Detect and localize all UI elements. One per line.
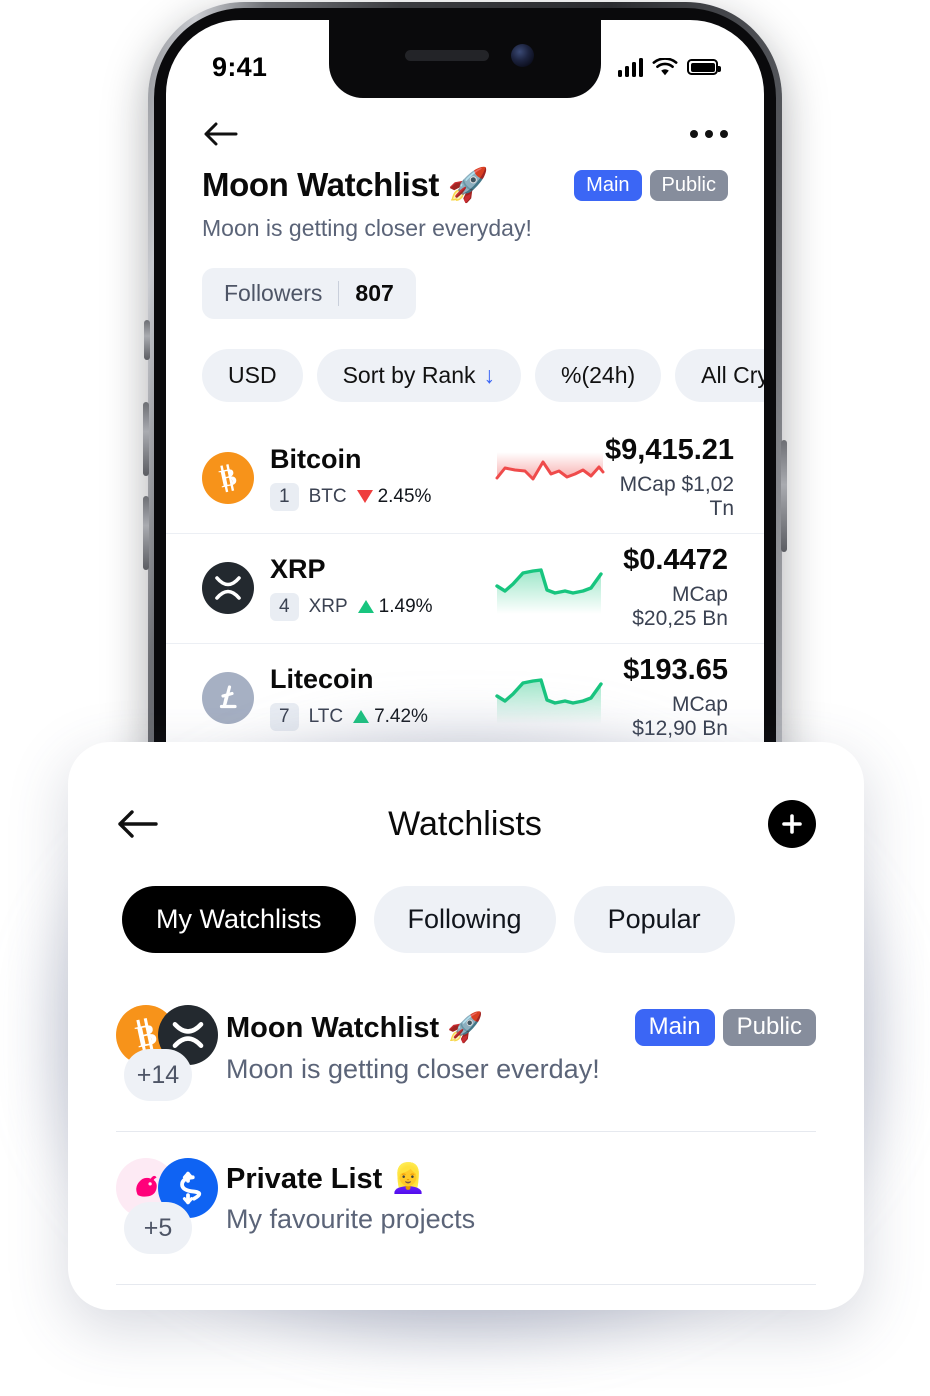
watchlist-description: My favourite projects: [226, 1204, 476, 1234]
watchlist-badges: Main Public: [634, 1009, 816, 1046]
coin-change: 1.49%: [357, 595, 433, 618]
coin-rank: 4: [270, 592, 299, 621]
coin-price-block: $0.4472 MCap $20,25 Bn: [605, 544, 728, 631]
watchlists-list: B +14 Moon Watchlist 🚀 Main Public Moon …: [68, 953, 864, 1285]
xrp-icon: [202, 561, 254, 614]
coin-change-value: 2.45%: [377, 485, 432, 507]
arrow-down-icon: ↓: [483, 362, 496, 388]
volume-up-button[interactable]: [143, 402, 149, 476]
tab-my-watchlists-label: My Watchlists: [156, 904, 322, 934]
app-topbar: [166, 98, 764, 154]
coin-price: $9,415.21: [605, 434, 735, 466]
coin-name: Litecoin: [270, 664, 374, 695]
triangle-up-icon: [357, 600, 374, 614]
volume-down-button[interactable]: [143, 496, 149, 570]
watchlist-title-row: Moon Watchlist 🚀 Main Public: [166, 154, 764, 205]
sparkline-chart: [495, 451, 605, 480]
coin-info: Bitcoin 1 BTC 2.45%: [270, 444, 485, 511]
coin-symbol: BTC: [308, 485, 347, 507]
coin-price: $193.65: [623, 654, 728, 686]
bitcoin-icon: B: [202, 451, 254, 504]
wifi-icon: [652, 57, 678, 75]
list-item-body: Private List 👱‍♀️ My favourite projects: [226, 1158, 816, 1262]
avatar-stack: B +14: [116, 1005, 226, 1109]
followers-count: 807: [355, 280, 394, 306]
watchlist-name: Private List 👱‍♀️: [226, 1163, 427, 1195]
badge-main: Main: [574, 170, 642, 201]
followers-pill[interactable]: Followers 807: [202, 268, 416, 319]
badge-public: Public: [722, 1009, 816, 1046]
chip-percent-24h[interactable]: %(24h): [535, 349, 662, 402]
battery-full-icon: [687, 59, 721, 75]
screenshot-root: 9:41 Moon Watchlist 🚀 Main Public Moon i…: [0, 0, 930, 1396]
chip-percent-label: %(24h): [561, 362, 636, 388]
list-item-body: Moon Watchlist 🚀 Main Public Moon is get…: [226, 1005, 816, 1109]
chip-currency[interactable]: USD: [202, 349, 303, 402]
table-row[interactable]: XRP 4 XRP 1.49% $0.4472 MCap $20,25 Bn: [166, 534, 764, 644]
coin-change: 2.45%: [356, 485, 432, 508]
coin-meta: 4 XRP 1.49%: [270, 592, 485, 621]
table-row[interactable]: B Bitcoin 1 BTC 2.45% $9,415.21 MCap $1,…: [166, 424, 764, 534]
tab-following[interactable]: Following: [373, 886, 556, 953]
badge-public: Public: [649, 170, 728, 201]
coin-info: XRP 4 XRP 1.49%: [270, 554, 485, 621]
mute-switch[interactable]: [144, 320, 150, 360]
phone-notch: [329, 20, 601, 98]
list-item[interactable]: B +14 Moon Watchlist 🚀 Main Public Moon …: [116, 987, 816, 1131]
page-title: Moon Watchlist 🚀: [202, 166, 489, 203]
chip-all-crypto[interactable]: All Cry: [675, 349, 764, 402]
cellular-bars-icon: [617, 57, 643, 77]
coin-symbol: XRP: [308, 595, 348, 617]
coin-meta: 1 BTC 2.45%: [270, 482, 485, 511]
coin-mcap: MCap $1,02 Tn: [619, 473, 735, 520]
sheet-header: Watchlists: [68, 742, 864, 848]
back-arrow-icon[interactable]: [116, 807, 162, 841]
coin-name: Bitcoin: [270, 444, 362, 475]
chip-sort-label: Sort by Rank: [342, 362, 476, 388]
coin-name: XRP: [270, 554, 326, 585]
power-button[interactable]: [781, 440, 787, 552]
avatar-more-count: +14: [124, 1049, 192, 1101]
divider: [338, 281, 340, 306]
back-arrow-icon[interactable]: [202, 120, 240, 148]
watchlists-sheet: Watchlists My Watchlists Following Popul…: [68, 742, 864, 1310]
coin-list: B Bitcoin 1 BTC 2.45% $9,415.21 MCap $1,…: [166, 424, 764, 754]
followers-label: Followers: [224, 280, 323, 306]
watchlist-description: Moon is getting closer everday!: [226, 1054, 600, 1084]
list-item-header: Moon Watchlist 🚀 Main Public: [226, 1009, 816, 1046]
list-item-header: Private List 👱‍♀️: [226, 1162, 816, 1196]
triangle-down-icon: [356, 490, 373, 504]
watchlist-badges: Main Public: [574, 170, 728, 201]
sheet-tabs: My Watchlists Following Popular: [68, 848, 864, 953]
tab-following-label: Following: [407, 904, 522, 934]
coin-mcap: MCap $20,25 Bn: [632, 583, 728, 630]
sparkline-chart: [495, 567, 603, 614]
watchlist-subtitle: Moon is getting closer everyday!: [202, 215, 532, 241]
page-title: Watchlists: [388, 804, 542, 843]
badge-main: Main: [634, 1009, 715, 1046]
avatar-more-count: +5: [124, 1202, 192, 1254]
front-camera-icon: [511, 44, 534, 67]
list-item[interactable]: +5 Private List 👱‍♀️ My favourite projec…: [116, 1131, 816, 1285]
chip-all-crypto-label: All Cry: [701, 362, 764, 388]
avatar-stack: +5: [116, 1158, 226, 1262]
coin-change-value: 1.49%: [378, 595, 433, 617]
more-horizontal-icon[interactable]: [690, 130, 728, 138]
chip-sort[interactable]: Sort by Rank ↓: [316, 349, 522, 402]
coin-price-block: $9,415.21 MCap $1,02 Tn: [605, 434, 734, 521]
add-watchlist-button[interactable]: [768, 800, 816, 848]
watchlist-name: Moon Watchlist 🚀: [226, 1011, 484, 1044]
filter-chips: USD Sort by Rank ↓ %(24h) All Cry: [166, 319, 764, 402]
plus-icon: [782, 814, 802, 834]
status-indicators: [617, 57, 721, 77]
tab-popular[interactable]: Popular: [573, 886, 735, 953]
tab-my-watchlists[interactable]: My Watchlists: [122, 886, 356, 953]
chip-currency-label: USD: [228, 362, 277, 388]
tab-popular-label: Popular: [607, 904, 701, 934]
earpiece-speaker: [405, 50, 489, 61]
coin-price: $0.4472: [623, 544, 728, 576]
status-time: 9:41: [212, 51, 268, 82]
coin-rank: 1: [270, 482, 299, 511]
